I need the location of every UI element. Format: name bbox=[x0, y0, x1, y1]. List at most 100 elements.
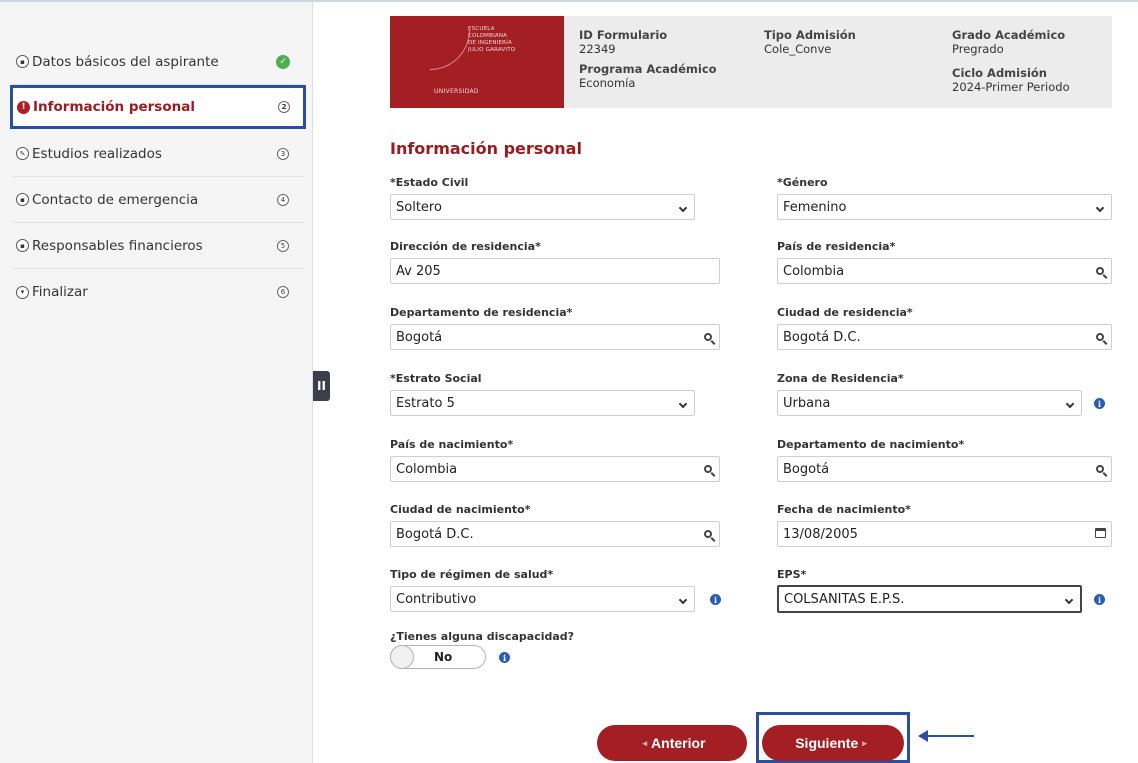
chevron-down-icon bbox=[672, 397, 694, 410]
sidebar-step-datos-basicos[interactable]: ▪ Datos básicos del aspirante ✓ bbox=[12, 39, 304, 85]
estado-civil-label: *Estado Civil bbox=[390, 176, 469, 189]
direccion-label: Dirección de residencia* bbox=[390, 240, 541, 253]
zona-residencia-select[interactable]: Urbana bbox=[777, 390, 1082, 416]
chevron-right-icon: ▸ bbox=[862, 737, 867, 748]
search-icon[interactable] bbox=[697, 463, 719, 476]
siguiente-button[interactable]: Siguiente ▸ bbox=[762, 725, 904, 761]
fecha-nacimiento-label: Fecha de nacimiento* bbox=[777, 503, 911, 516]
ciudad-nacimiento-search[interactable]: Bogotá D.C. bbox=[390, 521, 720, 547]
id-formulario-label: ID Formulario bbox=[579, 28, 668, 42]
grado-value: Pregrado bbox=[952, 42, 1004, 56]
discapacidad-label: ¿Tienes alguna discapacidad? bbox=[390, 630, 575, 643]
eps-label: EPS* bbox=[777, 568, 807, 581]
sidebar-step-label: Estudios realizados bbox=[32, 145, 162, 162]
info-icon[interactable]: i bbox=[710, 594, 721, 605]
chevron-down-icon bbox=[1089, 201, 1111, 214]
sidebar-step-label: Datos básicos del aspirante bbox=[32, 53, 219, 70]
regimen-salud-select[interactable]: Contributivo bbox=[390, 586, 695, 612]
id-formulario-block: ID Formulario 22349 bbox=[579, 28, 667, 56]
info-icon[interactable]: i bbox=[1094, 594, 1105, 605]
chevron-down-icon bbox=[672, 201, 694, 214]
departamento-residencia-label: Departamento de residencia* bbox=[390, 306, 573, 319]
search-icon[interactable] bbox=[1089, 331, 1111, 344]
alert-icon: ! bbox=[17, 100, 30, 114]
sidebar-step-label: Contacto de emergencia bbox=[32, 191, 199, 208]
chevron-down-icon bbox=[1058, 593, 1080, 606]
finish-icon: ▾ bbox=[16, 285, 29, 299]
sidebar-step-label: Responsables financieros bbox=[32, 237, 203, 254]
search-icon[interactable] bbox=[697, 331, 719, 344]
genero-select[interactable]: Femenino bbox=[777, 194, 1112, 220]
pais-nacimiento-search[interactable]: Colombia bbox=[390, 456, 720, 482]
ciudad-nacimiento-label: Ciudad de nacimiento* bbox=[390, 503, 531, 516]
step-number-badge: 6 bbox=[277, 286, 289, 298]
contact-icon: ▪ bbox=[16, 193, 29, 206]
pais-residencia-label: País de residencia* bbox=[777, 240, 896, 253]
sidebar-step-label: Información personal bbox=[33, 99, 195, 115]
departamento-nacimiento-label: Departamento de nacimiento* bbox=[777, 438, 965, 451]
toggle-knob bbox=[390, 645, 414, 669]
money-icon: ▪ bbox=[16, 239, 29, 252]
fecha-nacimiento-input[interactable]: 13/08/2005 bbox=[777, 521, 1112, 547]
id-card-icon: ▪ bbox=[16, 55, 29, 68]
direccion-input[interactable]: Av 205 bbox=[390, 258, 720, 284]
logo-swoosh bbox=[430, 30, 470, 70]
toggle-value: No bbox=[434, 650, 453, 664]
university-logo: ESCUELA COLOMBIANA DE INGENIERÍA JULIO G… bbox=[390, 16, 564, 108]
tipo-admision-value: Cole_Conve bbox=[764, 42, 832, 56]
pencil-icon: ✎ bbox=[16, 147, 29, 160]
anterior-button[interactable]: ◂ Anterior bbox=[597, 725, 747, 761]
chevron-left-icon: ◂ bbox=[642, 737, 648, 748]
calendar-icon[interactable] bbox=[1089, 527, 1111, 541]
sidebar-collapse-button[interactable]: II bbox=[313, 371, 330, 401]
sidebar-step-informacion-personal[interactable]: ! Información personal 2 bbox=[10, 85, 306, 129]
admission-summary-card: ESCUELA COLOMBIANA DE INGENIERÍA JULIO G… bbox=[390, 16, 1112, 108]
ciudad-residencia-label: Ciudad de residencia* bbox=[777, 306, 913, 319]
id-formulario-value: 22349 bbox=[579, 42, 616, 56]
ciudad-residencia-search[interactable]: Bogotá D.C. bbox=[777, 324, 1112, 350]
sidebar-step-label: Finalizar bbox=[32, 284, 88, 300]
estrato-select[interactable]: Estrato 5 bbox=[390, 390, 695, 416]
check-icon: ✓ bbox=[276, 54, 290, 69]
departamento-nacimiento-search[interactable]: Bogotá bbox=[777, 456, 1112, 482]
step-number-badge: 5 bbox=[277, 239, 289, 252]
search-icon[interactable] bbox=[1089, 265, 1111, 278]
sidebar-step-responsables-financieros[interactable]: ▪ Responsables financieros 5 bbox=[12, 223, 304, 269]
search-icon[interactable] bbox=[1089, 463, 1111, 476]
tipo-admision-block: Tipo Admisión Cole_Conve bbox=[764, 28, 856, 56]
info-icon[interactable]: i bbox=[1094, 398, 1105, 409]
ciclo-block: Ciclo Admisión 2024-Primer Periodo bbox=[952, 66, 1070, 94]
ciclo-label: Ciclo Admisión bbox=[952, 66, 1047, 80]
info-icon[interactable]: i bbox=[499, 652, 510, 663]
sidebar-step-contacto-emergencia[interactable]: ▪ Contacto de emergencia 4 bbox=[12, 177, 304, 223]
logo-subtitle: UNIVERSIDAD bbox=[434, 88, 479, 95]
genero-label: *Género bbox=[777, 176, 828, 189]
search-icon[interactable] bbox=[697, 528, 719, 541]
programa-label: Programa Académico bbox=[579, 62, 717, 76]
step-number-badge: 3 bbox=[277, 147, 289, 160]
zona-residencia-label: Zona de Residencia* bbox=[777, 372, 904, 385]
pais-residencia-search[interactable]: Colombia bbox=[777, 258, 1112, 284]
programa-value: Economía bbox=[579, 76, 636, 90]
estrato-label: *Estrato Social bbox=[390, 372, 482, 385]
ciclo-value: 2024-Primer Periodo bbox=[952, 80, 1070, 94]
discapacidad-toggle[interactable]: No bbox=[390, 645, 486, 669]
regimen-salud-label: Tipo de régimen de salud* bbox=[390, 568, 554, 581]
grado-label: Grado Académico bbox=[952, 28, 1066, 42]
programa-block: Programa Académico Economía bbox=[579, 62, 717, 90]
chevron-down-icon bbox=[672, 593, 694, 606]
step-number-badge: 4 bbox=[277, 193, 289, 206]
eps-select[interactable]: COLSANITAS E.P.S. bbox=[777, 585, 1082, 613]
step-number-badge: 2 bbox=[278, 101, 290, 113]
sidebar-step-estudios[interactable]: ✎ Estudios realizados 3 bbox=[12, 131, 304, 177]
logo-text: ESCUELA COLOMBIANA DE INGENIERÍA JULIO G… bbox=[468, 26, 516, 53]
pointer-arrow-icon bbox=[918, 729, 974, 743]
sidebar-step-finalizar[interactable]: ▾ Finalizar 6 bbox=[12, 269, 304, 315]
estado-civil-select[interactable]: Soltero bbox=[390, 194, 695, 220]
tipo-admision-label: Tipo Admisión bbox=[764, 28, 856, 42]
departamento-residencia-search[interactable]: Bogotá bbox=[390, 324, 720, 350]
pais-nacimiento-label: País de nacimiento* bbox=[390, 438, 514, 451]
steps-sidebar: ▪ Datos básicos del aspirante ✓ ! Inform… bbox=[0, 2, 313, 763]
page-title: Información personal bbox=[390, 139, 582, 158]
chevron-down-icon bbox=[1059, 397, 1081, 410]
